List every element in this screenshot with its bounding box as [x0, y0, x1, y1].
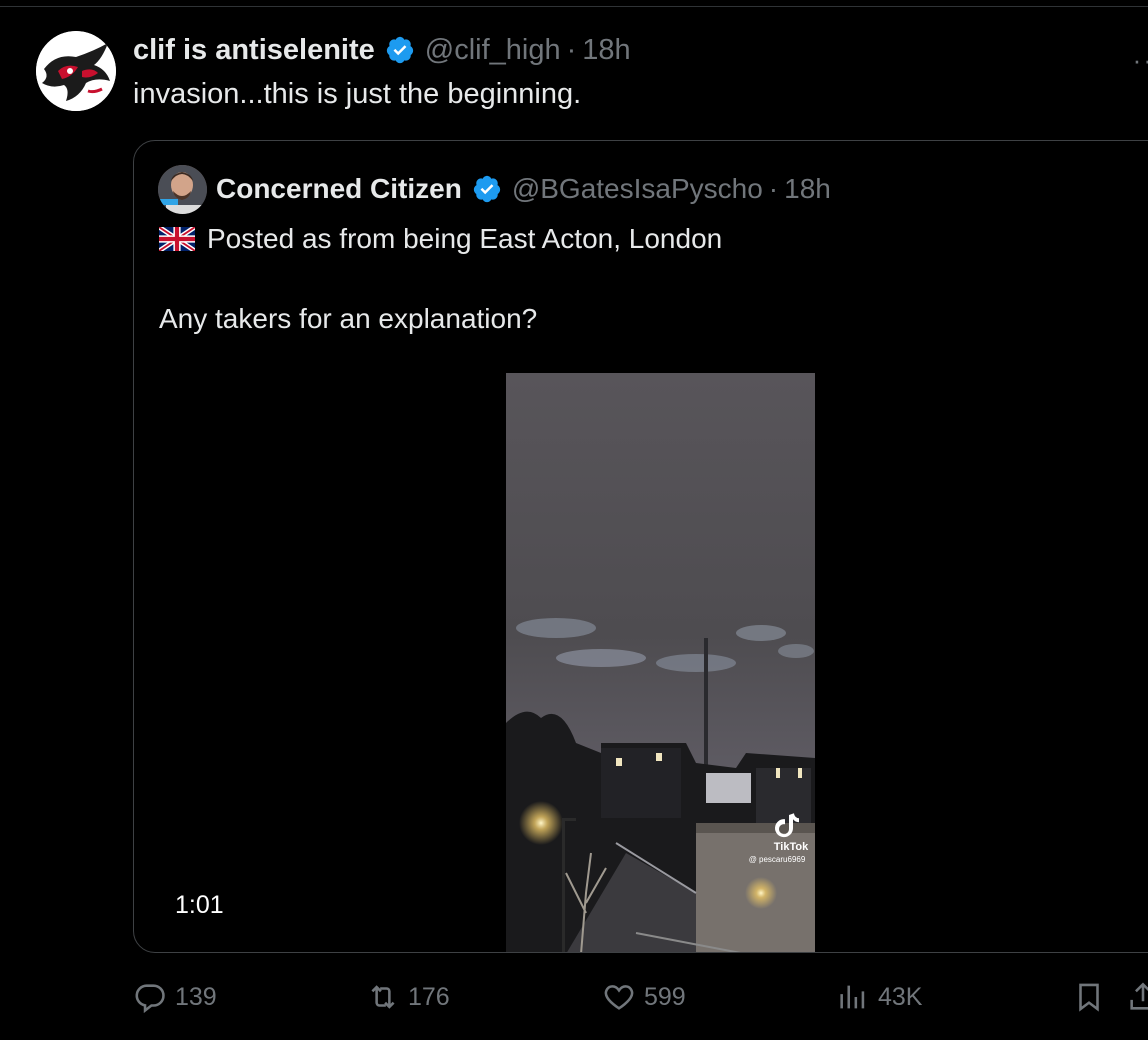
quoted-author-avatar-image [158, 165, 207, 214]
repost-button[interactable]: 176 [366, 980, 450, 1014]
view-count: 43K [878, 982, 923, 1011]
reply-count: 139 [175, 982, 217, 1011]
quoted-text-location: Posted as from being East Acton, London [207, 223, 723, 254]
author-handle[interactable]: @clif_high [425, 34, 561, 67]
quoted-author-name[interactable]: Concerned Citizen [216, 173, 462, 205]
author-avatar[interactable] [36, 31, 116, 111]
views-chart-icon [840, 985, 865, 1009]
tweet-time[interactable]: 18h [582, 34, 630, 67]
reply-icon [135, 984, 165, 1014]
author-name[interactable]: clif is antiselenite [133, 34, 375, 67]
bookmark-icon [1079, 983, 1099, 1012]
bookmark-button[interactable] [1072, 980, 1114, 1014]
tiktok-brand-label: TikTok [774, 841, 809, 853]
video-thumbnail: TikTok @ pescaru6969 [506, 373, 815, 952]
top-divider [0, 6, 1148, 7]
repost-icon [371, 985, 395, 1009]
quoted-text-line-1: Posted as from being East Acton, London [159, 223, 722, 255]
like-count: 599 [644, 982, 686, 1011]
like-button[interactable]: 599 [602, 980, 686, 1014]
more-options-icon[interactable]: ·· [1133, 45, 1148, 76]
header-separator: · [566, 33, 577, 66]
video-player[interactable]: TikTok @ pescaru6969 [506, 373, 815, 952]
quoted-verified-badge-icon [473, 175, 500, 203]
quoted-tweet-time[interactable]: 18h [784, 173, 831, 205]
tiktok-handle-label: @ pescaru6969 [749, 855, 806, 864]
uk-flag-icon [159, 227, 195, 251]
tweet-page: clif is antiselenite @clif_high · 18h ··… [0, 0, 1148, 1040]
quoted-author-handle[interactable]: @BGatesIsaPyscho [512, 173, 763, 205]
tweet-header: clif is antiselenite @clif_high · 18h [133, 30, 631, 70]
heart-icon [604, 985, 634, 1010]
verified-badge-icon [386, 36, 413, 64]
views-button[interactable]: 43K [836, 980, 922, 1014]
repost-count: 176 [408, 982, 450, 1011]
tweet-text: invasion...this is just the beginning. [133, 78, 582, 110]
reply-button[interactable]: 139 [133, 980, 217, 1014]
video-duration: 1:01 [175, 891, 224, 919]
share-button[interactable] [1126, 980, 1148, 1014]
author-avatar-image [36, 31, 116, 111]
quoted-header-separator: · [768, 173, 779, 204]
quoted-author-avatar[interactable] [158, 165, 207, 214]
quoted-text-line-2: Any takers for an explanation? [159, 303, 538, 334]
quoted-tweet-card[interactable]: Concerned Citizen @BGatesIsaPyscho · 18h… [133, 140, 1148, 953]
action-bar: 139 176 599 43K [0, 980, 1148, 1020]
share-icon [1130, 982, 1148, 1010]
quoted-tweet-header: Concerned Citizen @BGatesIsaPyscho · 18h [216, 169, 831, 209]
